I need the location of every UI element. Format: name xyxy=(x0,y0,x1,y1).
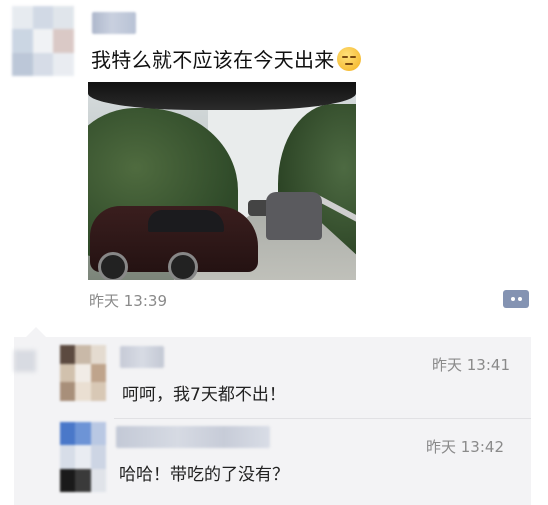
comment-avatar[interactable] xyxy=(60,422,106,492)
post-timestamp: 昨天 13:39 xyxy=(89,292,167,310)
comments-notch xyxy=(26,327,46,337)
comment-author-name[interactable] xyxy=(116,426,270,448)
post-text-content: 我特么就不应该在今天出来 xyxy=(91,48,335,72)
comment-timestamp: 昨天 13:41 xyxy=(432,356,510,374)
likes-indicator xyxy=(14,350,36,372)
post-author-name[interactable] xyxy=(92,12,136,34)
post-avatar[interactable] xyxy=(12,6,74,76)
comment-timestamp: 昨天 13:42 xyxy=(426,438,504,456)
comment-divider xyxy=(114,418,531,419)
comment-avatar[interactable] xyxy=(60,345,106,401)
unamused-face-emoji-icon xyxy=(336,47,361,71)
post-photo[interactable] xyxy=(88,82,356,280)
comment-text: 呵呵，我7天都不出！ xyxy=(122,385,286,405)
comment-text: 哈哈！带吃的了没有？ xyxy=(119,465,289,485)
comment-more-button[interactable] xyxy=(503,290,529,308)
comment-author-name[interactable] xyxy=(120,346,164,368)
post-text: 我特么就不应该在今天出来 xyxy=(91,44,361,73)
